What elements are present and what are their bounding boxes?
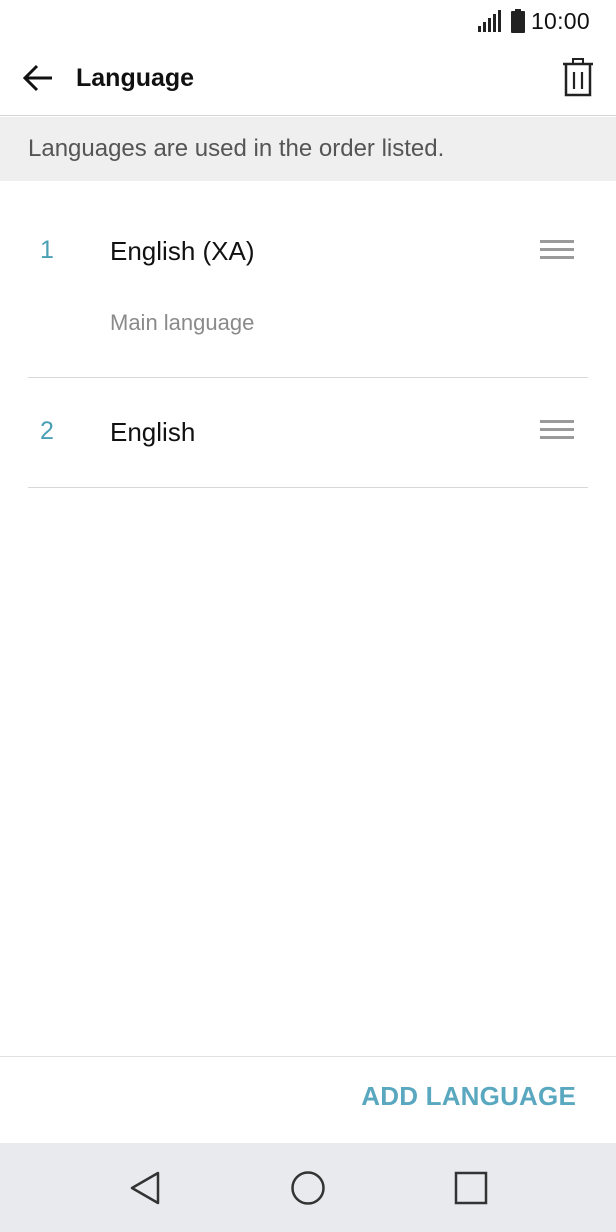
back-button[interactable] bbox=[18, 58, 58, 98]
page-title: Language bbox=[76, 64, 195, 92]
divider bbox=[28, 487, 588, 488]
battery-icon bbox=[510, 9, 525, 33]
bottom-action-bar: ADD LANGUAGE bbox=[0, 1056, 616, 1143]
language-item[interactable]: 2 English bbox=[0, 378, 616, 488]
circle-home-icon bbox=[291, 1171, 325, 1205]
arrow-left-icon bbox=[22, 64, 52, 92]
nav-back-button[interactable] bbox=[124, 1167, 166, 1209]
language-list: 1 English (XA) Main language 2 English bbox=[0, 181, 616, 488]
language-item[interactable]: 1 English (XA) Main language bbox=[0, 181, 616, 378]
info-text: Languages are used in the order listed. bbox=[28, 135, 445, 162]
drag-handle-icon[interactable] bbox=[540, 238, 574, 262]
navigation-bar bbox=[0, 1143, 616, 1232]
drag-handle-icon[interactable] bbox=[540, 418, 574, 442]
main-language-label: Main language bbox=[110, 310, 255, 335]
square-recents-icon bbox=[454, 1171, 488, 1205]
delete-button[interactable] bbox=[558, 56, 598, 100]
info-banner: Languages are used in the order listed. bbox=[0, 117, 616, 181]
nav-recents-button[interactable] bbox=[450, 1167, 492, 1209]
status-icons: 10:00 bbox=[477, 6, 590, 36]
add-language-button[interactable]: ADD LANGUAGE bbox=[361, 1081, 576, 1112]
nav-home-button[interactable] bbox=[287, 1167, 329, 1209]
language-order-number: 2 bbox=[40, 417, 54, 445]
status-bar: 10:00 bbox=[0, 0, 616, 44]
language-name: English (XA) bbox=[110, 236, 255, 266]
triangle-back-icon bbox=[130, 1171, 160, 1205]
signal-icon bbox=[477, 10, 501, 32]
language-name: English bbox=[110, 417, 196, 447]
language-order-number: 1 bbox=[40, 236, 54, 264]
app-bar: Language bbox=[0, 44, 616, 116]
clock: 10:00 bbox=[530, 7, 590, 34]
trash-icon bbox=[563, 58, 593, 97]
